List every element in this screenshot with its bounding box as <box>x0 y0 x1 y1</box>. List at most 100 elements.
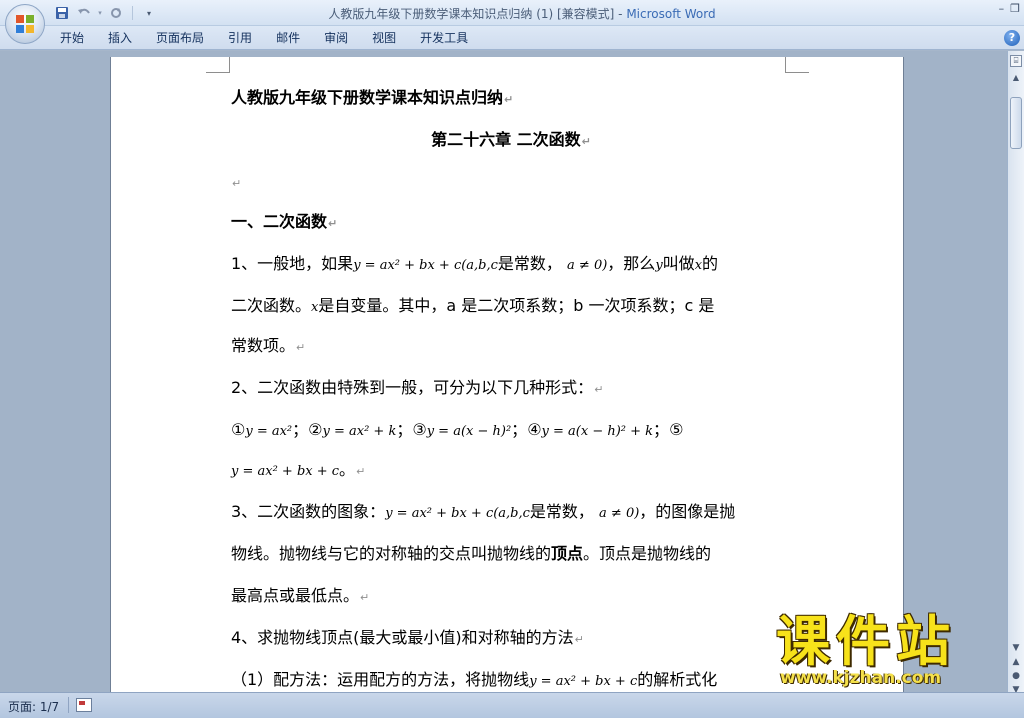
paragraph-3-line-3: 最高点或最低点。↵ <box>231 585 791 609</box>
help-icon[interactable]: ? <box>1004 30 1020 46</box>
chapter-title-text: 第二十六章 二次函数 <box>431 130 581 149</box>
equation: y = ax² + bx + c(a,b,c <box>353 258 498 273</box>
tab-review[interactable]: 审阅 <box>312 30 360 47</box>
separator: ； <box>653 420 670 439</box>
text-run: 是自变量。其中，a 是二次项系数；b 一次项系数；c 是 <box>318 296 715 315</box>
paragraph-3-line-2: 物线。抛物线与它的对称轴的交点叫抛物线的顶点。顶点是抛物线的 <box>231 543 791 565</box>
text-run: ，那么 <box>607 254 656 273</box>
paragraph-mark: ↵ <box>356 465 366 478</box>
paragraph-mark: ↵ <box>574 633 584 646</box>
scroll-down-arrow-icon[interactable]: ▼ <box>1010 641 1022 655</box>
equation: y = a(x − h)² <box>426 424 512 439</box>
watermark-url: www.kjzhan.com <box>780 668 942 688</box>
paragraph-5: （1）配方法：运用配方的方法，将抛物线y = ax² + bx + c的解析式化 <box>231 669 791 692</box>
paragraph-mark: ↵ <box>581 135 591 148</box>
separator: ； <box>292 420 309 439</box>
paragraph-1-line-3: 常数项。↵ <box>231 335 791 359</box>
circled-number: ⑤ <box>669 420 684 439</box>
tab-references[interactable]: 引用 <box>216 30 264 47</box>
tab-view[interactable]: 视图 <box>360 30 408 47</box>
equation: y = a(x − h)² + k <box>541 424 654 439</box>
margin-corner-mark <box>206 57 230 73</box>
tab-page-layout[interactable]: 页面布局 <box>144 30 216 47</box>
macro-record-icon[interactable] <box>76 698 92 712</box>
separator: ； <box>396 420 413 439</box>
period: 。 <box>339 460 356 479</box>
text-run: 是常数， <box>497 254 562 273</box>
office-logo-icon <box>16 15 34 33</box>
window-controls: – ❐ <box>999 2 1020 15</box>
tab-insert[interactable]: 插入 <box>96 30 144 47</box>
circled-number: ① <box>231 420 246 439</box>
chapter-heading: 第二十六章 二次函数↵ <box>231 129 791 153</box>
watermark-logo: 课件站 www.kjzhan.com <box>776 612 1006 692</box>
text-run: 1、一般地，如果 <box>231 254 354 273</box>
text-run: 物线。抛物线与它的对称轴的交点叫抛物线的 <box>231 544 552 563</box>
ruler-toggle-icon[interactable]: ⌸ <box>1010 55 1022 67</box>
minimize-button[interactable]: – <box>999 2 1005 15</box>
paragraph-1-line-1: 1、一般地，如果y = ax² + bx + c(a,b,c是常数， a ≠ 0… <box>231 253 791 277</box>
tab-home[interactable]: 开始 <box>48 30 96 47</box>
document-page[interactable]: 人教版九年级下册数学课本知识点归纳↵ 第二十六章 二次函数↵ ↵ 一、二次函数↵… <box>110 57 904 692</box>
previous-page-icon[interactable]: ▲ <box>1010 655 1022 669</box>
page-counter[interactable]: 页面: 1/7 <box>8 698 59 715</box>
circled-number: ③ <box>412 420 427 439</box>
variable: x <box>694 258 703 273</box>
document-title-text: 人教版九年级下册数学课本知识点归纳 (1) [兼容模式] - <box>328 7 627 21</box>
empty-paragraph: ↵ <box>231 171 791 195</box>
equation: y = ax² + bx + c <box>529 674 638 689</box>
vertical-scrollbar[interactable]: ⌸ ▲ ▼ ▲ ● ▼ <box>1007 51 1024 695</box>
separator: ； <box>511 420 528 439</box>
ribbon-tab-bar: 开始 插入 页面布局 引用 邮件 审阅 视图 开发工具 ? <box>0 26 1024 50</box>
circled-number: ④ <box>527 420 542 439</box>
text-run: 。顶点是抛物线的 <box>583 544 712 563</box>
browse-buttons: ▼ ▲ ● ▼ <box>1010 641 1022 697</box>
title-bar: ▾ ▾ 人教版九年级下册数学课本知识点归纳 (1) [兼容模式] - Micro… <box>0 0 1024 26</box>
variable: y <box>655 258 663 273</box>
text-run: ，的图像是抛 <box>639 502 736 521</box>
equation: y = ax² <box>245 424 293 439</box>
bold-text-run: 顶点 <box>551 544 584 563</box>
tab-mailings[interactable]: 邮件 <box>264 30 312 47</box>
margin-corner-mark <box>785 57 809 73</box>
paragraph-3-line-1: 3、二次函数的图象：y = ax² + bx + c(a,b,c是常数， a ≠… <box>231 501 791 525</box>
paragraph-mark: ↵ <box>296 341 306 354</box>
text-run: 3、二次函数的图象： <box>231 502 386 521</box>
watermark-title: 课件站 <box>776 610 956 673</box>
text-run: 常数项。 <box>231 336 296 355</box>
text-run: 的解析式化 <box>637 670 718 689</box>
text-run: 二次函数。 <box>231 296 312 315</box>
text-run: 4、求抛物线顶点(最大或最小值)和对称轴的方法 <box>231 628 574 647</box>
restore-button[interactable]: ❐ <box>1010 2 1020 15</box>
status-bar: 页面: 1/7 <box>0 692 1024 718</box>
paragraph-mark: ↵ <box>594 383 604 396</box>
equation: y = ax² + k <box>322 424 397 439</box>
scroll-up-arrow-icon[interactable]: ▲ <box>1010 73 1022 87</box>
paragraph-mark: ↵ <box>360 591 370 604</box>
section-title-text: 一、二次函数 <box>231 212 328 231</box>
text-run: 最高点或最低点。 <box>231 586 360 605</box>
office-button[interactable] <box>5 4 45 44</box>
paragraph-4: 4、求抛物线顶点(最大或最小值)和对称轴的方法↵ <box>231 627 791 651</box>
section-heading: 一、二次函数↵ <box>231 211 791 235</box>
paragraph-2: 2、二次函数由特殊到一般，可分为以下几种形式：↵ <box>231 377 791 401</box>
text-run: 的 <box>702 254 719 273</box>
scrollbar-thumb[interactable] <box>1010 97 1022 149</box>
equation: y = ax² + bx + c(a,b,c <box>385 506 530 521</box>
paragraph-mark: ↵ <box>232 177 242 190</box>
document-area: 人教版九年级下册数学课本知识点归纳↵ 第二十六章 二次函数↵ ↵ 一、二次函数↵… <box>0 51 1007 692</box>
text-run: （1）配方法：运用配方的方法，将抛物线 <box>231 670 530 689</box>
forms-line-2: y = ax² + bx + c。↵ <box>231 459 791 483</box>
paragraph-mark: ↵ <box>504 93 514 106</box>
tab-developer[interactable]: 开发工具 <box>408 30 480 47</box>
doc-title-text: 人教版九年级下册数学课本知识点归纳 <box>231 88 504 107</box>
ribbon-tabs: 开始 插入 页面布局 引用 邮件 审阅 视图 开发工具 <box>48 30 480 47</box>
select-browse-object-icon[interactable]: ● <box>1010 669 1022 683</box>
paragraph-mark: ↵ <box>328 217 338 230</box>
text-run: 叫做 <box>662 254 695 273</box>
equation: a ≠ 0) <box>567 258 608 273</box>
equation: y = ax² + bx + c <box>231 464 340 479</box>
text-run: 2、二次函数由特殊到一般，可分为以下几种形式： <box>231 378 594 397</box>
window-title: 人教版九年级下册数学课本知识点归纳 (1) [兼容模式] - Microsoft… <box>0 5 1024 22</box>
status-divider <box>68 697 69 713</box>
